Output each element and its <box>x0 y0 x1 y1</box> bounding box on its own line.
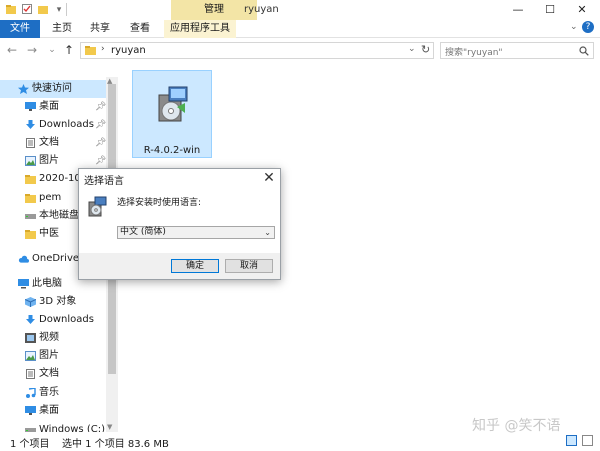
folder-icon <box>25 175 36 184</box>
help-icon[interactable]: ? <box>582 21 594 33</box>
tab-file[interactable]: 文件 <box>0 20 40 38</box>
tab-share[interactable]: 共享 <box>84 20 116 38</box>
picture-icon <box>25 351 36 361</box>
video-icon <box>25 333 36 343</box>
computer-icon <box>18 279 29 289</box>
sidebar-item-label: 3D 对象 <box>39 296 77 307</box>
sidebar-item-label: OneDrive <box>32 253 80 264</box>
folder-icon <box>85 46 96 55</box>
recent-locations-icon[interactable]: ⌄ <box>44 42 60 58</box>
search-placeholder: 搜索"ryuyan" <box>445 48 503 58</box>
sidebar-item-label: 图片 <box>39 350 59 361</box>
desktop-icon <box>25 406 36 415</box>
sidebar-item-label: pem <box>39 192 62 203</box>
dialog-title: 选择语言 <box>84 176 124 187</box>
dialog-close-button[interactable]: ✕ <box>259 169 279 187</box>
sidebar-item-label: 快速访问 <box>32 83 72 94</box>
address-dropdown-icon[interactable]: ⌄ <box>408 44 416 54</box>
sidebar-item-label: 中医 <box>39 228 59 239</box>
pin-icon: 📌︎ <box>95 120 107 130</box>
sidebar-item-windows-c[interactable]: Windows (C:) <box>0 421 108 432</box>
close-window-button[interactable]: ✕ <box>566 0 598 20</box>
sidebar-item-videos[interactable]: 视频 <box>0 329 108 347</box>
sidebar-item-quick-access[interactable]: 快速访问 <box>0 80 106 98</box>
quick-access-toolbar-dropdown-icon[interactable]: ▾ <box>52 3 66 17</box>
minimize-button[interactable]: — <box>502 0 534 20</box>
sidebar-item-label: 文档 <box>39 368 59 379</box>
sidebar-item-label: 桌面 <box>39 405 59 416</box>
pin-icon: 📌︎ <box>95 102 107 112</box>
breadcrumb-chevron-icon: › <box>101 44 105 54</box>
sidebar-item-label: 视频 <box>39 332 59 343</box>
sidebar-item-pc-downloads[interactable]: Downloads <box>0 311 108 329</box>
status-selection: 选中 1 个项目 83.6 MB <box>62 439 169 450</box>
chevron-down-icon: ⌄ <box>264 228 271 237</box>
folder-icon <box>25 194 36 203</box>
back-arrow-icon[interactable]: ← <box>4 42 20 58</box>
sidebar-item-documents[interactable]: 文档 📌︎ <box>0 134 108 152</box>
sidebar-item-downloads[interactable]: Downloads 📌︎ <box>0 116 108 134</box>
ribbon-expand-icon[interactable]: ⌄ <box>570 22 578 32</box>
watermark-text: 知乎 @笑不语 <box>472 418 561 434</box>
ok-button[interactable]: 确定 <box>171 259 219 273</box>
details-view-icon[interactable] <box>566 435 577 446</box>
sidebar-item-3d-objects[interactable]: 3D 对象 <box>0 293 108 311</box>
search-icon[interactable] <box>579 46 589 56</box>
status-item-count: 1 个项目 <box>10 439 50 450</box>
installer-icon <box>158 86 188 122</box>
window-title: ryuyan <box>244 4 279 15</box>
cube-icon <box>25 297 36 307</box>
sidebar-item-desktop[interactable]: 桌面 📌︎ <box>0 98 108 116</box>
sidebar-item-label: Windows (C:) <box>39 424 105 432</box>
download-icon <box>26 120 35 129</box>
breadcrumb-current-folder[interactable]: ryuyan <box>111 45 146 56</box>
sidebar-item-label: 桌面 <box>39 101 59 112</box>
drive-icon <box>25 214 36 219</box>
address-bar[interactable]: › ryuyan ⌄ ↻ <box>80 42 434 59</box>
installer-icon <box>88 196 107 217</box>
sidebar-item-label: 文档 <box>39 137 59 148</box>
scroll-down-icon[interactable]: ▼ <box>107 423 112 431</box>
selected-language: 中文 (简体) <box>120 227 166 237</box>
sidebar-item-pc-desktop[interactable]: 桌面 <box>0 402 108 420</box>
folder-icon <box>25 230 36 239</box>
music-icon <box>26 388 36 398</box>
dialog-prompt: 选择安装时使用语言: <box>117 198 202 208</box>
cloud-icon <box>18 255 29 263</box>
tab-view[interactable]: 查看 <box>124 20 156 38</box>
pin-icon: 📌︎ <box>95 138 107 148</box>
cancel-button[interactable]: 取消 <box>225 259 273 273</box>
divider <box>66 3 67 16</box>
refresh-icon[interactable]: ↻ <box>421 43 430 56</box>
document-icon <box>26 369 35 379</box>
app-icon[interactable] <box>4 3 18 17</box>
file-name: R-4.0.2-win <box>143 145 201 156</box>
tab-home[interactable]: 主页 <box>46 20 78 38</box>
maximize-button[interactable]: ☐ <box>534 0 566 20</box>
download-icon <box>26 315 35 324</box>
sidebar-item-music[interactable]: 音乐 <box>0 384 108 402</box>
document-icon <box>26 138 35 148</box>
sidebar-item-label: 2020-10 <box>39 173 81 184</box>
sidebar-item-label: 本地磁盘 <box>39 210 79 221</box>
sidebar-item-pc-documents[interactable]: 文档 <box>0 365 108 383</box>
sidebar-item-label: Downloads <box>39 119 94 130</box>
search-input[interactable]: 搜索"ryuyan" <box>440 42 594 59</box>
sidebar-item-label: 图片 <box>39 155 59 166</box>
sidebar-item-label: 此电脑 <box>32 278 62 289</box>
sidebar-item-label: Downloads <box>39 314 94 325</box>
tab-application-tools[interactable]: 应用程序工具 <box>164 20 236 38</box>
picture-icon <box>25 156 36 166</box>
star-icon <box>18 84 29 94</box>
forward-arrow-icon[interactable]: → <box>24 42 40 58</box>
properties-icon[interactable] <box>20 3 34 17</box>
desktop-icon <box>25 102 36 111</box>
up-arrow-icon[interactable]: ↑ <box>61 42 77 58</box>
drive-icon <box>25 428 36 432</box>
sidebar-item-label: 音乐 <box>39 387 59 398</box>
language-select[interactable]: 中文 (简体) ⌄ <box>117 226 275 239</box>
sidebar-item-pc-pictures[interactable]: 图片 <box>0 347 108 365</box>
new-folder-icon[interactable] <box>36 3 50 17</box>
large-icons-view-icon[interactable] <box>582 435 593 446</box>
